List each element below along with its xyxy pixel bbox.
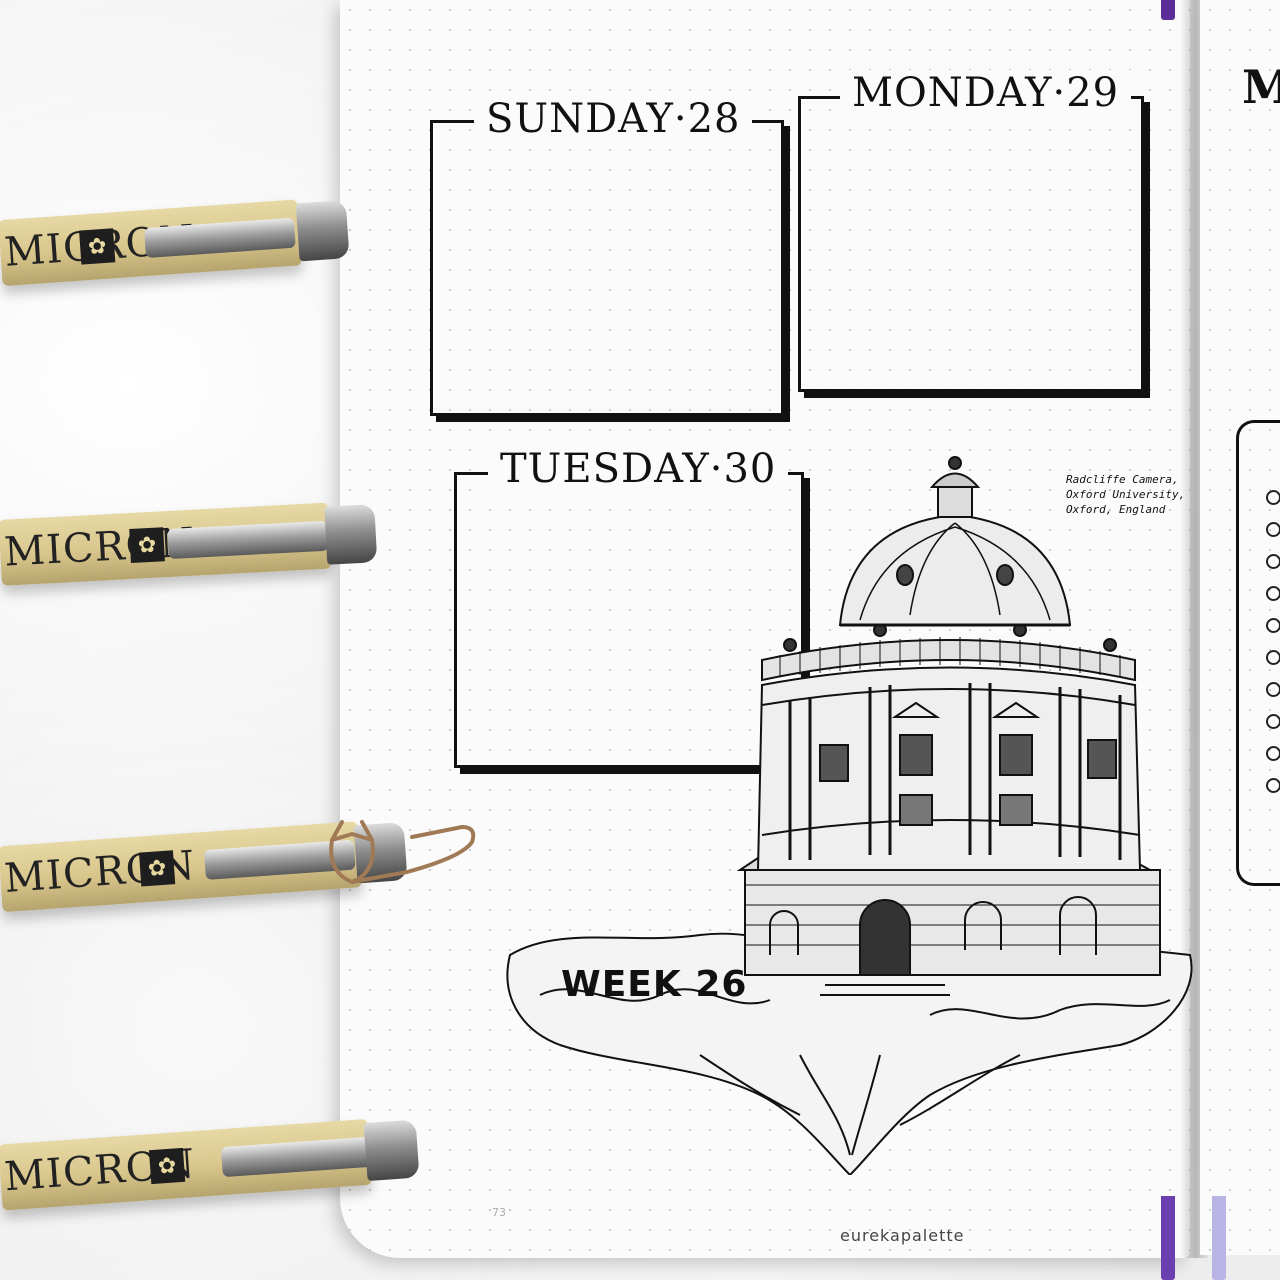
right-page-heading-letter: M: [1242, 60, 1280, 114]
habit-checkbox: [1266, 522, 1280, 537]
habit-checkbox: [1266, 746, 1280, 761]
habit-checkbox: [1266, 650, 1280, 665]
sakura-flower-icon: ✿: [138, 850, 176, 887]
page-number: 73: [492, 1206, 506, 1219]
week-label: WEEK 26: [561, 964, 748, 1005]
habit-checkbox: [1266, 714, 1280, 729]
sakura-flower-icon: ✿: [129, 527, 165, 564]
radcliffe-camera-illustration: [506, 456, 1193, 1175]
watermark: eurekapalette: [840, 1226, 965, 1245]
caption-line: Oxford, England: [1066, 503, 1166, 516]
habit-checkbox: [1266, 682, 1280, 697]
habit-checkbox: [1266, 586, 1280, 601]
bookmark-ribbon-top: [1161, 0, 1175, 20]
bookmark-ribbon-lavender: [1212, 1196, 1226, 1280]
bookmark-ribbon-purple: [1161, 1196, 1175, 1280]
day-box-sunday: [430, 120, 784, 416]
day-box-monday: [798, 96, 1144, 392]
sakura-flower-icon: ✿: [148, 1147, 186, 1185]
caption-line: Radcliffe Camera,: [1066, 473, 1179, 486]
habit-checkbox: [1266, 554, 1280, 569]
habit-checkbox: [1266, 490, 1280, 505]
cat-paperclip-icon[interactable]: [312, 812, 482, 902]
sakura-flower-icon: ✿: [79, 228, 116, 265]
caption-line: Oxford University,: [1066, 488, 1186, 501]
habit-checkbox: [1266, 618, 1280, 633]
day-title-monday: MONDAY·29: [840, 70, 1132, 116]
day-title-sunday: SUNDAY·28: [474, 96, 753, 142]
illustration-caption: Radcliffe Camera, Oxford University, Oxf…: [1066, 472, 1186, 517]
habit-checkbox: [1266, 778, 1280, 793]
